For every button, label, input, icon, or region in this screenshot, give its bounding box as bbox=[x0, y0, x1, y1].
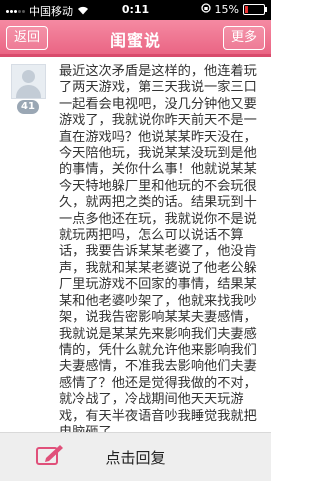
avatar-badge: 41 bbox=[17, 100, 39, 114]
nav-header: 返回 闺蜜说 更多 bbox=[0, 20, 271, 61]
battery-group: 15% bbox=[200, 3, 267, 16]
post-content[interactable]: 41 最近这次矛盾是这样的，他连着玩了两天游戏，第三天我说一家三口一起看会电视吧… bbox=[0, 57, 271, 440]
status-bar: 中国移动 0:11 15% bbox=[0, 0, 271, 20]
more-button[interactable]: 更多 bbox=[222, 26, 265, 50]
battery-percent: 15% bbox=[214, 3, 239, 16]
avatar-head-shape bbox=[22, 70, 35, 83]
battery-level bbox=[245, 6, 248, 13]
post-text: 最近这次矛盾是这样的，他连着玩了两天游戏，第三天我说一家三口一起看会电视吧，没几… bbox=[59, 64, 257, 440]
reply-bar[interactable]: 点击回复 bbox=[0, 432, 271, 481]
avatar[interactable] bbox=[11, 64, 46, 99]
avatar-body-shape bbox=[16, 85, 41, 98]
reply-button[interactable]: 点击回复 bbox=[0, 447, 271, 468]
lock-rotation-icon bbox=[200, 3, 211, 16]
battery-icon bbox=[243, 4, 267, 15]
